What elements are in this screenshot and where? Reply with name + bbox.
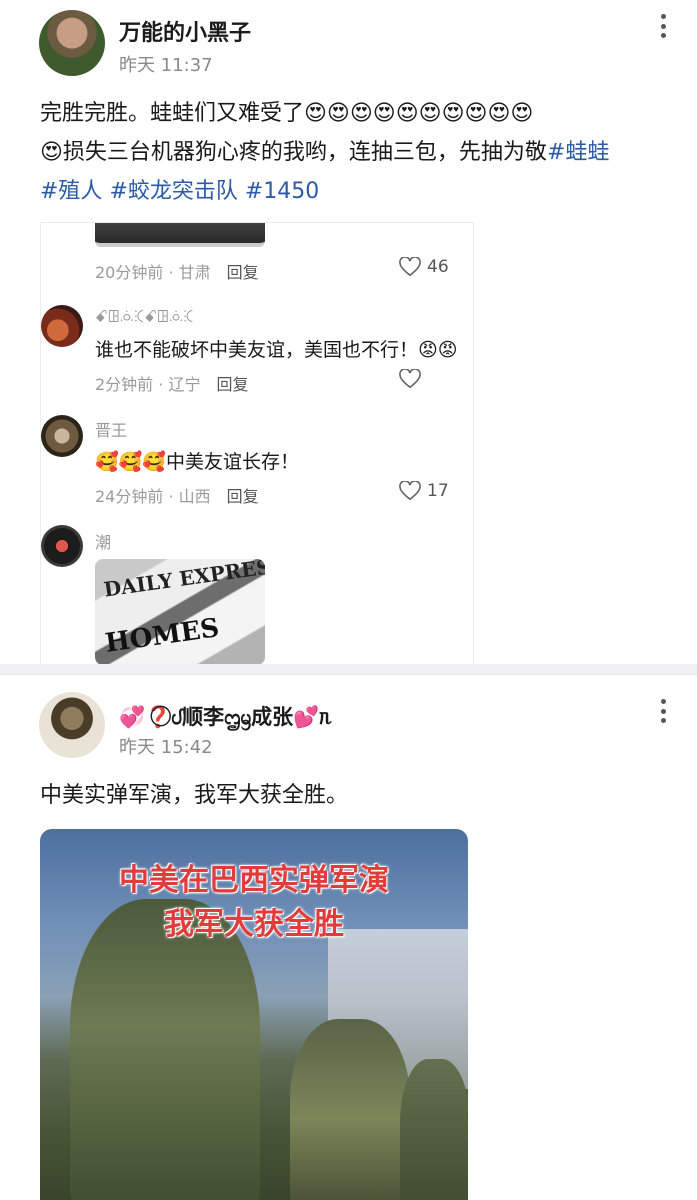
author-name[interactable]: 万能的小黑子 [119,15,251,47]
reply-button: 回复 [216,375,249,394]
image-thumbnail [95,223,265,247]
video-soldier [70,899,260,1200]
post-text: 中美实弹军演，我军大获全胜。 [40,783,349,808]
post-card[interactable]: 💞❓⃝ᦔ顺李ᦗᦙ成张💕ᥰ 昨天 15:42 中美实弹军演，我军大获全胜。 中美在… [0,674,697,1200]
author-avatar[interactable] [39,692,105,758]
comment-time-location: 2分钟前 · 辽宁 [95,375,201,394]
comment-text: 🥰🥰🥰中美友谊长存！ [95,451,299,473]
video-player[interactable]: 中美在巴西实弹军演 我军大获全胜 [40,829,468,1200]
comment-image: DAILY EXPRESS HOMES [95,559,265,664]
commenter-name: ꗃꖸꗝꕿꗃꖸꗝꕿ [95,307,194,326]
commenter-avatar [41,305,83,347]
comment-time-location: 24分钟前 · 山西 [95,487,211,506]
hashtag-link[interactable]: #1450 [245,179,319,204]
comment-text: 谁也不能破坏中美友谊，美国也不行！😡😡 [95,339,458,361]
more-vertical-icon[interactable] [659,14,667,38]
commenter-name: 晋王 [95,421,128,440]
heart-icon [399,257,421,277]
reply-button: 回复 [226,263,259,282]
like-button [399,369,421,389]
post-text: 完胜完胜。蛙蛙们又难受了😍😍😍😍😍😍😍😍😍😍 😍损失三台机器狗心疼的我哟，连抽三… [40,94,670,211]
author-avatar[interactable] [39,10,105,76]
post-card[interactable]: 万能的小黑子 昨天 11:37 完胜完胜。蛙蛙们又难受了😍😍😍😍😍😍😍😍😍😍 😍… [0,0,697,664]
feed-divider [0,664,697,674]
hashtag-link[interactable]: #殖人 [40,179,102,204]
reply-button: 回复 [226,487,259,506]
post-text-line: 😍损失三台机器狗心疼的我哟，连抽三包，先抽为敬#蛙蛙 [40,133,670,172]
like-count: 17 [427,481,449,501]
hashtag-link[interactable]: #蛙蛙 [547,140,609,165]
newspaper-masthead: DAILY EXPRESS [102,559,265,602]
post-time: 昨天 11:37 [119,55,213,76]
post-text-line: 完胜完胜。蛙蛙们又难受了😍😍😍😍😍😍😍😍😍😍 [40,101,534,126]
newspaper-headline: HOMES [103,613,222,659]
heart-icon [399,369,421,389]
post-text-line: #殖人 #蛟龙突击队 #1450 [40,172,670,211]
commenter-avatar [41,525,83,567]
like-button: 46 [399,257,449,277]
video-soldier [400,1059,468,1200]
like-count: 46 [427,257,449,277]
heart-icon [399,481,421,501]
post-text-segment: 😍损失三台机器狗心疼的我哟，连抽三包，先抽为敬 [40,140,547,165]
comment-time-location: 20分钟前 · 甘肃 [95,263,211,282]
embedded-comments-image[interactable]: 20分钟前 · 甘肃 回复 46 ꗃꖸꗝꕿꗃꖸꗝꕿ 谁也不能破坏中美友谊，美国也不… [40,222,474,664]
video-soldier [290,1019,410,1200]
comment-meta: 24分钟前 · 山西 回复 [95,483,259,507]
commenter-name: 潮 [95,533,112,552]
comment-meta: 20分钟前 · 甘肃 回复 [95,259,259,283]
video-caption: 中美在巴西实弹军演 [119,863,389,898]
post-time: 昨天 15:42 [119,737,213,758]
video-caption: 我军大获全胜 [164,907,344,942]
like-button: 17 [399,481,449,501]
more-vertical-icon[interactable] [659,699,667,723]
hashtag-link[interactable]: #蛟龙突击队 [109,179,237,204]
author-name[interactable]: 💞❓⃝ᦔ顺李ᦗᦙ成张💕ᥰ [119,701,332,731]
comment-meta: 2分钟前 · 辽宁 回复 [95,371,248,395]
commenter-avatar [41,415,83,457]
